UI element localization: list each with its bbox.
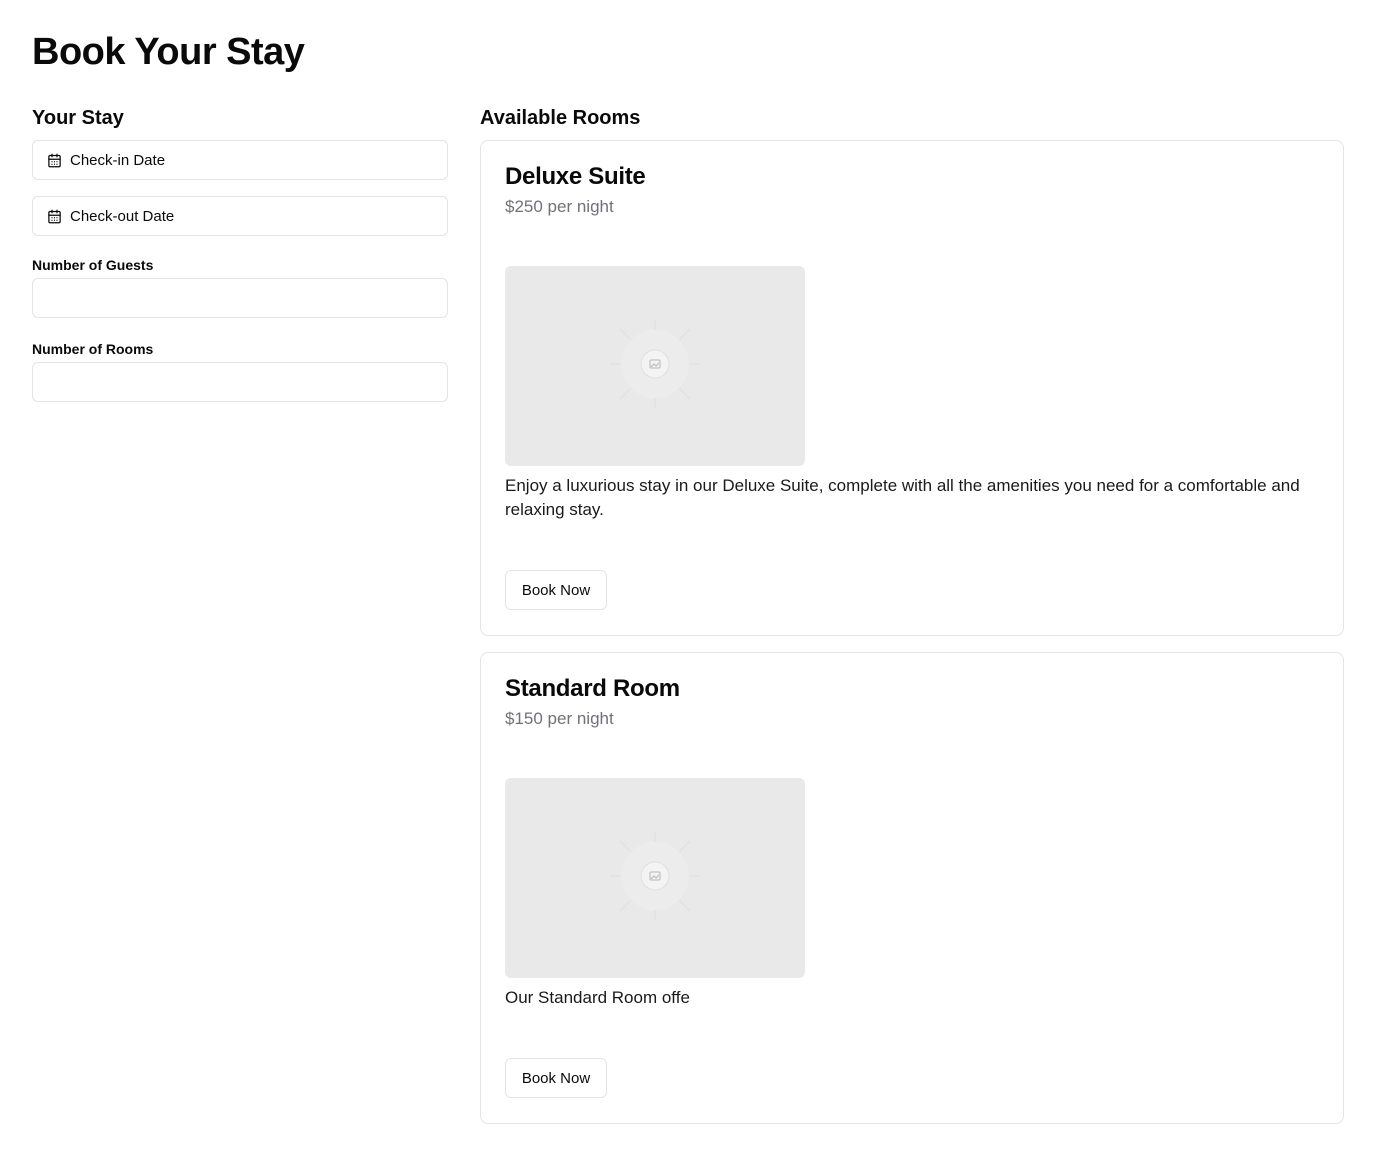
check-out-date-label: Check-out Date xyxy=(70,207,175,225)
check-in-date-label: Check-in Date xyxy=(70,151,166,169)
check-in-date-button[interactable]: Check-in Date xyxy=(32,140,448,180)
room-image xyxy=(505,266,805,466)
booking-page: Book Your Stay Your Stay Check-in Date C… xyxy=(0,0,1376,1156)
calendar-icon xyxy=(47,209,62,224)
room-description: Enjoy a luxurious stay in our Deluxe Sui… xyxy=(505,476,1300,519)
rooms-input[interactable] xyxy=(32,362,448,402)
page-title: Book Your Stay xyxy=(32,31,305,73)
image-placeholder-icon xyxy=(610,318,700,414)
room-card-deluxe-suite: Deluxe Suite $250 per night Enjoy a luxu… xyxy=(480,140,1344,636)
room-price: $150 per night xyxy=(505,709,614,728)
book-now-button[interactable]: Book Now xyxy=(505,570,607,610)
check-out-date-button[interactable]: Check-out Date xyxy=(32,196,448,236)
room-card-standard-room: Standard Room $150 per night Our Standar… xyxy=(480,652,1344,1124)
room-name: Deluxe Suite xyxy=(505,163,646,190)
guests-label: Number of Guests xyxy=(32,257,154,273)
room-image xyxy=(505,778,805,978)
available-rooms-heading: Available Rooms xyxy=(480,107,641,129)
room-price: $250 per night xyxy=(505,197,614,216)
book-now-button[interactable]: Book Now xyxy=(505,1058,607,1098)
rooms-label: Number of Rooms xyxy=(32,341,154,357)
your-stay-heading: Your Stay xyxy=(32,107,124,129)
guests-input[interactable] xyxy=(32,278,448,318)
available-rooms: Available Rooms Deluxe Suite $250 per ni… xyxy=(480,105,1344,1124)
room-description: Our Standard Room offe xyxy=(505,988,690,1007)
calendar-icon xyxy=(47,153,62,168)
image-placeholder-icon xyxy=(610,830,700,926)
stay-form: Your Stay Check-in Date Check-out Date N… xyxy=(32,105,448,402)
room-name: Standard Room xyxy=(505,675,680,702)
